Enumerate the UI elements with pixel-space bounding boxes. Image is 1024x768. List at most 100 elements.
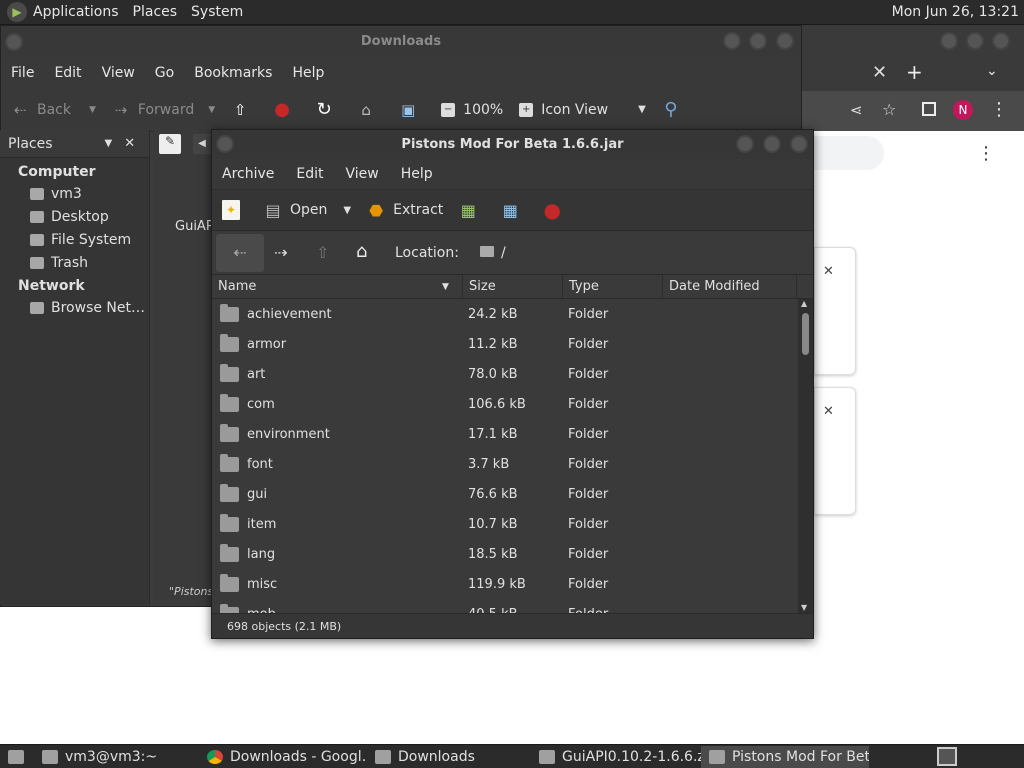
browser-menu-icon[interactable]: ⋮ (990, 99, 1008, 120)
table-row[interactable]: environment 17.1 kB Folder (212, 419, 798, 449)
forward-button[interactable]: ⇢ (274, 243, 287, 262)
scrollbar-thumb[interactable] (802, 313, 809, 355)
maximize-button[interactable] (763, 135, 781, 153)
extract-button[interactable]: ⬣ Extract (367, 201, 443, 220)
taskbar-item-chrome[interactable]: Downloads - Googl… (199, 746, 367, 768)
menu-file[interactable]: File (11, 65, 34, 81)
show-desktop-button[interactable] (0, 746, 34, 768)
home-button[interactable]: ⌂ (357, 101, 383, 119)
maximize-button[interactable] (749, 32, 767, 50)
new-tab-icon[interactable]: + (906, 60, 923, 84)
table-row[interactable]: art 78.0 kB Folder (212, 359, 798, 389)
stop-button[interactable]: ● (273, 99, 299, 120)
back-button[interactable]: ⇠ (216, 234, 264, 272)
add-files-button[interactable]: ▦ (459, 201, 485, 220)
table-row[interactable]: item 10.7 kB Folder (212, 509, 798, 539)
minimize-button[interactable] (736, 135, 754, 153)
scroll-down-icon[interactable]: ▼ (801, 603, 807, 612)
path-back-icon[interactable]: ◀ (193, 134, 211, 154)
window-menu-button[interactable] (5, 33, 23, 51)
close-card-icon[interactable]: ✕ (823, 404, 834, 419)
menu-system[interactable]: System (191, 4, 243, 20)
table-row[interactable]: com 106.6 kB Folder (212, 389, 798, 419)
menu-places[interactable]: Places (133, 4, 178, 20)
stop-button[interactable]: ● (543, 198, 569, 222)
sidebar-item-vm3[interactable]: vm3 (0, 180, 149, 203)
menu-applications[interactable]: Applications (33, 4, 119, 20)
sidebar-item-trash[interactable]: Trash (0, 249, 149, 272)
folder-icon (220, 513, 239, 532)
column-date-modified[interactable]: Date Modified (663, 274, 797, 299)
page-menu-icon[interactable]: ⋮ (977, 143, 995, 164)
table-row[interactable]: misc 119.9 kB Folder (212, 569, 798, 599)
taskbar-item-terminal[interactable]: vm3@vm3:~ (34, 746, 199, 768)
clock[interactable]: Mon Jun 26, 13:21 (892, 4, 1019, 20)
workspace-switcher[interactable] (937, 747, 957, 766)
menu-help[interactable]: Help (292, 65, 324, 81)
up-button[interactable]: ⇧ (231, 101, 257, 119)
vertical-scrollbar[interactable]: ▲ ▼ (798, 299, 813, 615)
zoom-out-button[interactable]: −100% (441, 102, 503, 118)
computer-button[interactable]: ▣ (399, 101, 425, 119)
close-tab-icon[interactable]: ✕ (872, 62, 887, 83)
back-button[interactable]: ⇠ Back ▼ (11, 101, 96, 119)
places-header[interactable]: Places ▼ ✕ (0, 130, 149, 158)
taskbar-item-guiapi-zip[interactable]: GuiAPI0.10.2-1.6.6.zip (531, 746, 701, 768)
sidebar-item-file-system[interactable]: File System (0, 226, 149, 249)
sidebar-item-desktop[interactable]: Desktop (0, 203, 149, 226)
table-row[interactable]: font 3.7 kB Folder (212, 449, 798, 479)
column-type[interactable]: Type (563, 274, 663, 299)
side-panel-icon[interactable] (922, 102, 936, 116)
taskbar-item-pistons-jar[interactable]: Pistons Mod For Bet… (701, 745, 869, 768)
file-icon-label[interactable]: GuiAP (175, 219, 214, 234)
menu-go[interactable]: Go (155, 65, 174, 81)
table-row[interactable]: gui 76.6 kB Folder (212, 479, 798, 509)
open-button[interactable]: ▤ Open ▼ (264, 201, 351, 220)
open-recent-chevron-icon[interactable]: ▼ (343, 205, 351, 216)
menu-archive[interactable]: Archive (222, 166, 274, 182)
close-button[interactable] (776, 32, 794, 50)
table-row[interactable]: achievement 24.2 kB Folder (212, 299, 798, 329)
maximize-button[interactable] (966, 32, 984, 50)
window-menu-button[interactable] (216, 135, 234, 153)
menu-edit[interactable]: Edit (296, 166, 323, 182)
new-archive-button[interactable]: ✦ (222, 200, 248, 220)
table-row[interactable]: armor 11.2 kB Folder (212, 329, 798, 359)
sidebar-type-chevron-icon[interactable]: ▼ (105, 138, 113, 149)
minimize-button[interactable] (723, 32, 741, 50)
close-button[interactable] (992, 32, 1010, 50)
forward-button[interactable]: ⇢ Forward ▼ (112, 101, 216, 119)
location-edit-icon[interactable]: ✎ (159, 134, 181, 154)
home-button[interactable]: ⌂ (356, 241, 367, 262)
menu-view[interactable]: View (102, 65, 135, 81)
close-sidebar-icon[interactable]: ✕ (124, 136, 135, 151)
add-folder-button[interactable]: ▦ (501, 201, 527, 220)
forward-history-chevron-icon[interactable]: ▼ (208, 105, 215, 115)
menu-edit[interactable]: Edit (54, 65, 81, 81)
close-button[interactable] (790, 135, 808, 153)
location-path[interactable]: / (501, 245, 506, 261)
column-name[interactable]: Name ▼ (212, 274, 463, 299)
share-icon[interactable]: ⋖ (850, 101, 863, 119)
folder-icon (220, 393, 239, 412)
scroll-up-icon[interactable]: ▲ (801, 299, 807, 308)
minimize-button[interactable] (940, 32, 958, 50)
back-history-chevron-icon[interactable]: ▼ (89, 105, 96, 115)
folder-icon (480, 246, 494, 257)
table-row[interactable]: lang 18.5 kB Folder (212, 539, 798, 569)
profile-avatar[interactable]: N (953, 100, 973, 120)
reload-button[interactable]: ↻ (315, 99, 341, 120)
view-mode-select[interactable]: + Icon View ▼ (519, 102, 646, 118)
sidebar-item-browse-network[interactable]: Browse Net… (0, 294, 149, 317)
menu-help[interactable]: Help (401, 166, 433, 182)
close-card-icon[interactable]: ✕ (823, 264, 834, 279)
column-size[interactable]: Size (463, 274, 563, 299)
tab-search-chevron-icon[interactable]: ⌄ (986, 63, 998, 79)
bookmark-star-icon[interactable]: ☆ (882, 100, 896, 119)
search-button[interactable]: ⚲ (662, 99, 688, 120)
distro-logo-icon[interactable]: ▶ (7, 2, 27, 22)
up-button[interactable]: ⇧ (316, 243, 329, 262)
taskbar-item-downloads[interactable]: Downloads (367, 746, 531, 768)
menu-bookmarks[interactable]: Bookmarks (194, 65, 272, 81)
menu-view[interactable]: View (346, 166, 379, 182)
